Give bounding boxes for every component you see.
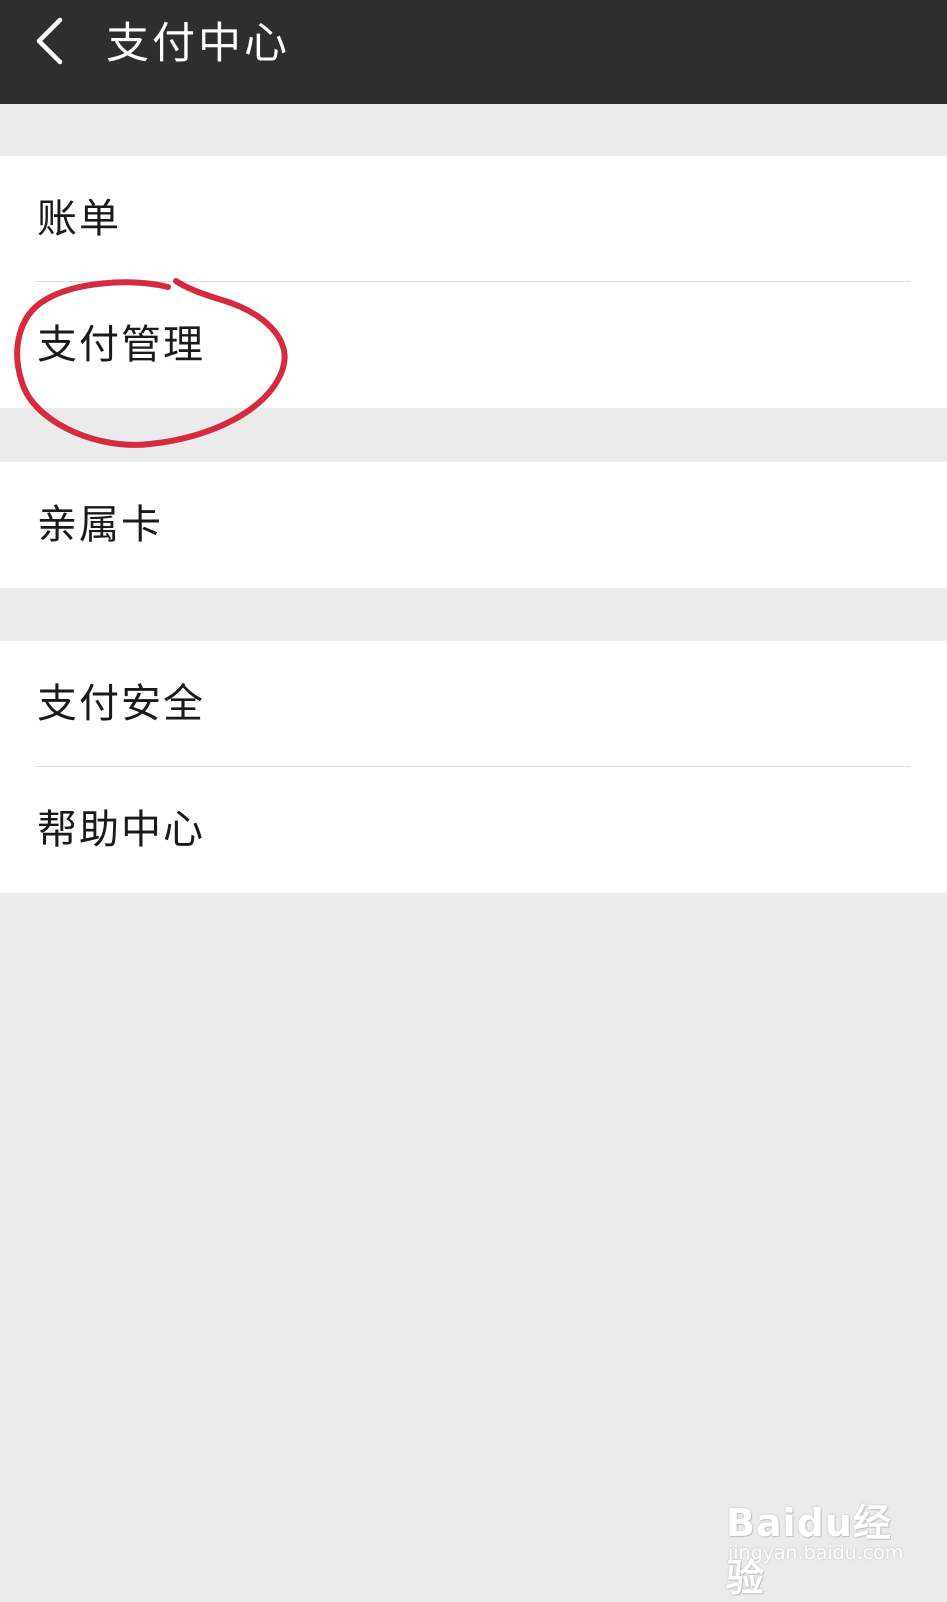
menu-item-bill[interactable]: 账单 [0,156,947,282]
menu-item-payment-management[interactable]: 支付管理 [0,282,947,408]
menu-item-help-center[interactable]: 帮助中心 [0,767,947,893]
menu-group-3: 支付安全 帮助中心 [0,641,947,893]
menu-group-2: 亲属卡 [0,462,947,588]
menu-item-label: 帮助中心 [37,807,205,853]
menu-item-label: 亲属卡 [37,502,163,548]
menu-item-label: 支付管理 [37,322,205,368]
top-bar: 支付中心 [0,0,947,104]
chevron-left-icon [36,17,63,65]
page-title: 支付中心 [106,19,290,69]
menu-item-label: 支付安全 [37,681,205,727]
watermark-url: jingyan.baidu.com [728,1542,904,1564]
menu-item-family-card[interactable]: 亲属卡 [0,462,947,588]
menu-group-1: 账单 支付管理 [0,156,947,408]
menu-item-payment-security[interactable]: 支付安全 [0,641,947,767]
menu-item-label: 账单 [37,196,121,242]
back-button[interactable] [22,12,92,82]
watermark: Baidu经验 jingyan.baidu.com [722,1492,912,1600]
